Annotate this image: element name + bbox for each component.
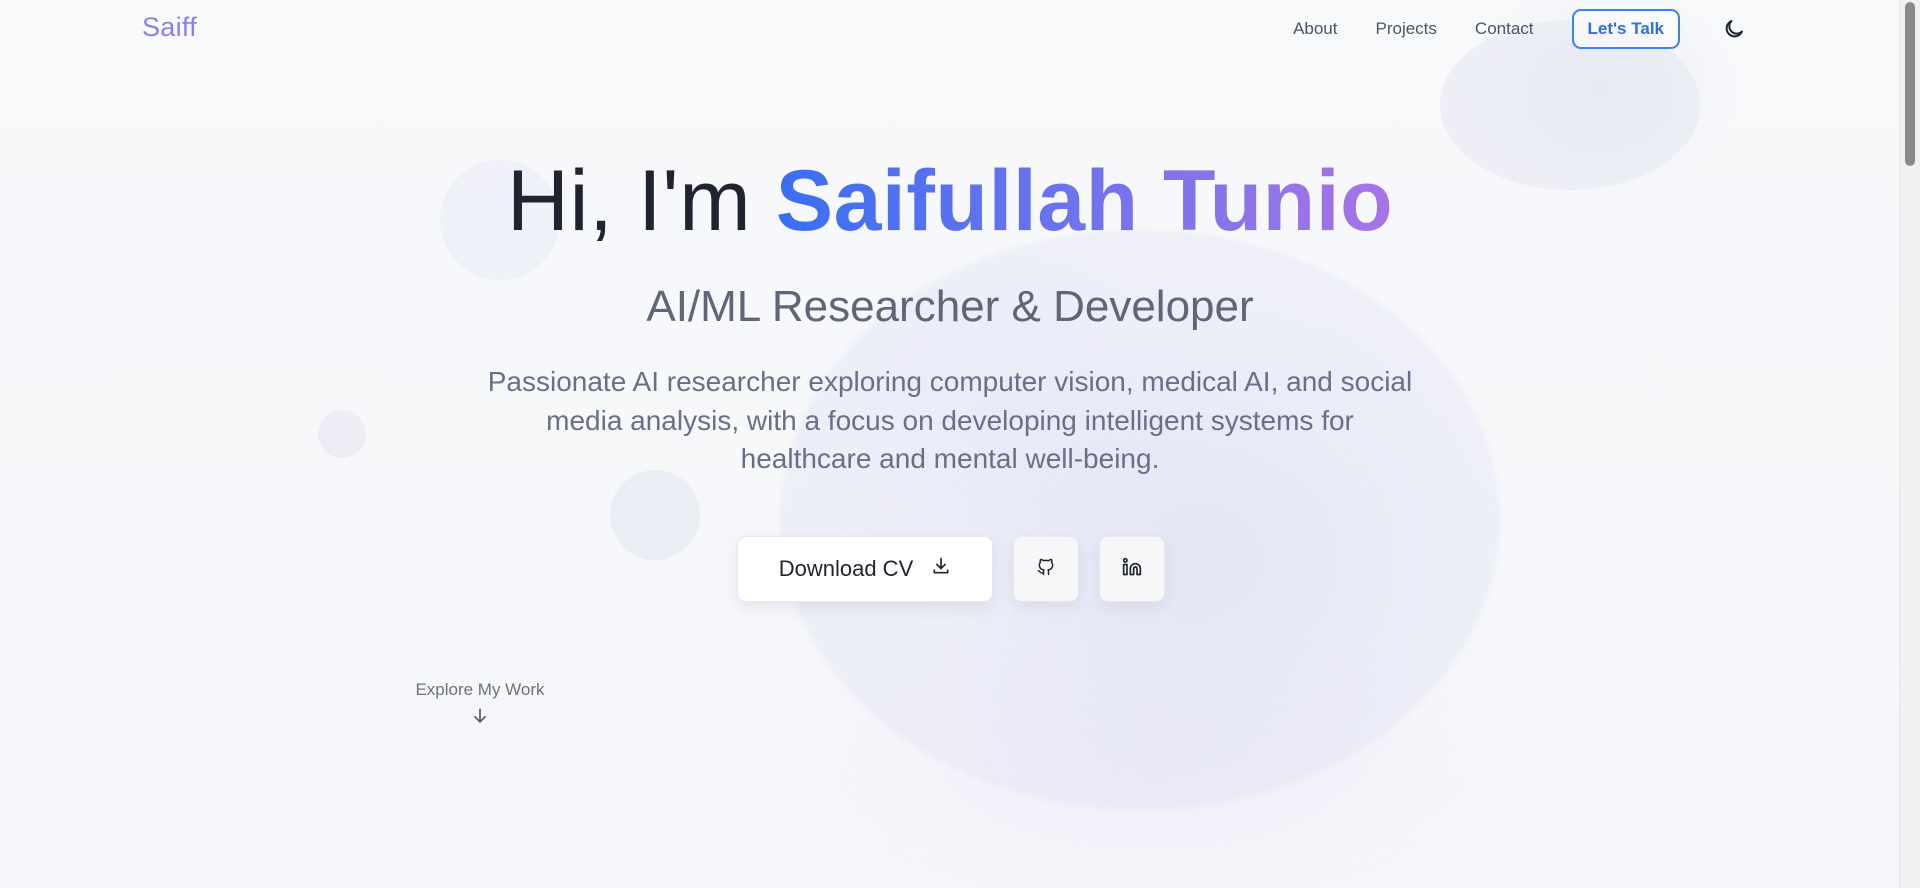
site-logo[interactable]: Saiff	[142, 12, 197, 43]
moon-icon[interactable]	[1722, 17, 1746, 41]
background-blob	[610, 470, 700, 560]
hero-actions: Download CV	[737, 536, 1165, 602]
nav-link-projects[interactable]: Projects	[1376, 19, 1437, 39]
explore-my-work-link[interactable]: Explore My Work	[412, 680, 548, 731]
page-scrollbar[interactable]	[1899, 0, 1920, 888]
github-button[interactable]	[1013, 536, 1079, 602]
linkedin-button[interactable]	[1099, 536, 1165, 602]
page: Saiff About Projects Contact Let's Talk …	[0, 0, 1920, 888]
hero-subtitle: AI/ML Researcher & Developer	[646, 282, 1254, 331]
nav-link-contact[interactable]: Contact	[1475, 19, 1534, 39]
download-cv-button[interactable]: Download CV	[737, 536, 993, 602]
download-icon	[931, 556, 951, 582]
explore-label: Explore My Work	[415, 680, 545, 699]
lets-talk-button[interactable]: Let's Talk	[1571, 9, 1680, 49]
linkedin-icon	[1122, 557, 1142, 582]
top-navigation: Saiff About Projects Contact Let's Talk	[0, 0, 1900, 58]
scrollbar-thumb[interactable]	[1905, 2, 1915, 166]
hero-description: Passionate AI researcher exploring compu…	[487, 366, 1413, 474]
github-icon	[1036, 557, 1056, 582]
hero-name: Saifullah Tunio	[775, 153, 1394, 249]
nav-link-about[interactable]: About	[1293, 19, 1337, 39]
background-blob	[318, 410, 366, 458]
arrow-down-icon	[412, 706, 548, 731]
hero-greeting: Hi, I'm	[506, 153, 776, 249]
nav-links: About Projects Contact Let's Talk	[1255, 8, 1680, 50]
download-cv-label: Download CV	[778, 556, 914, 581]
hero-title: Hi, I'm Saifullah Tunio	[0, 152, 1900, 251]
